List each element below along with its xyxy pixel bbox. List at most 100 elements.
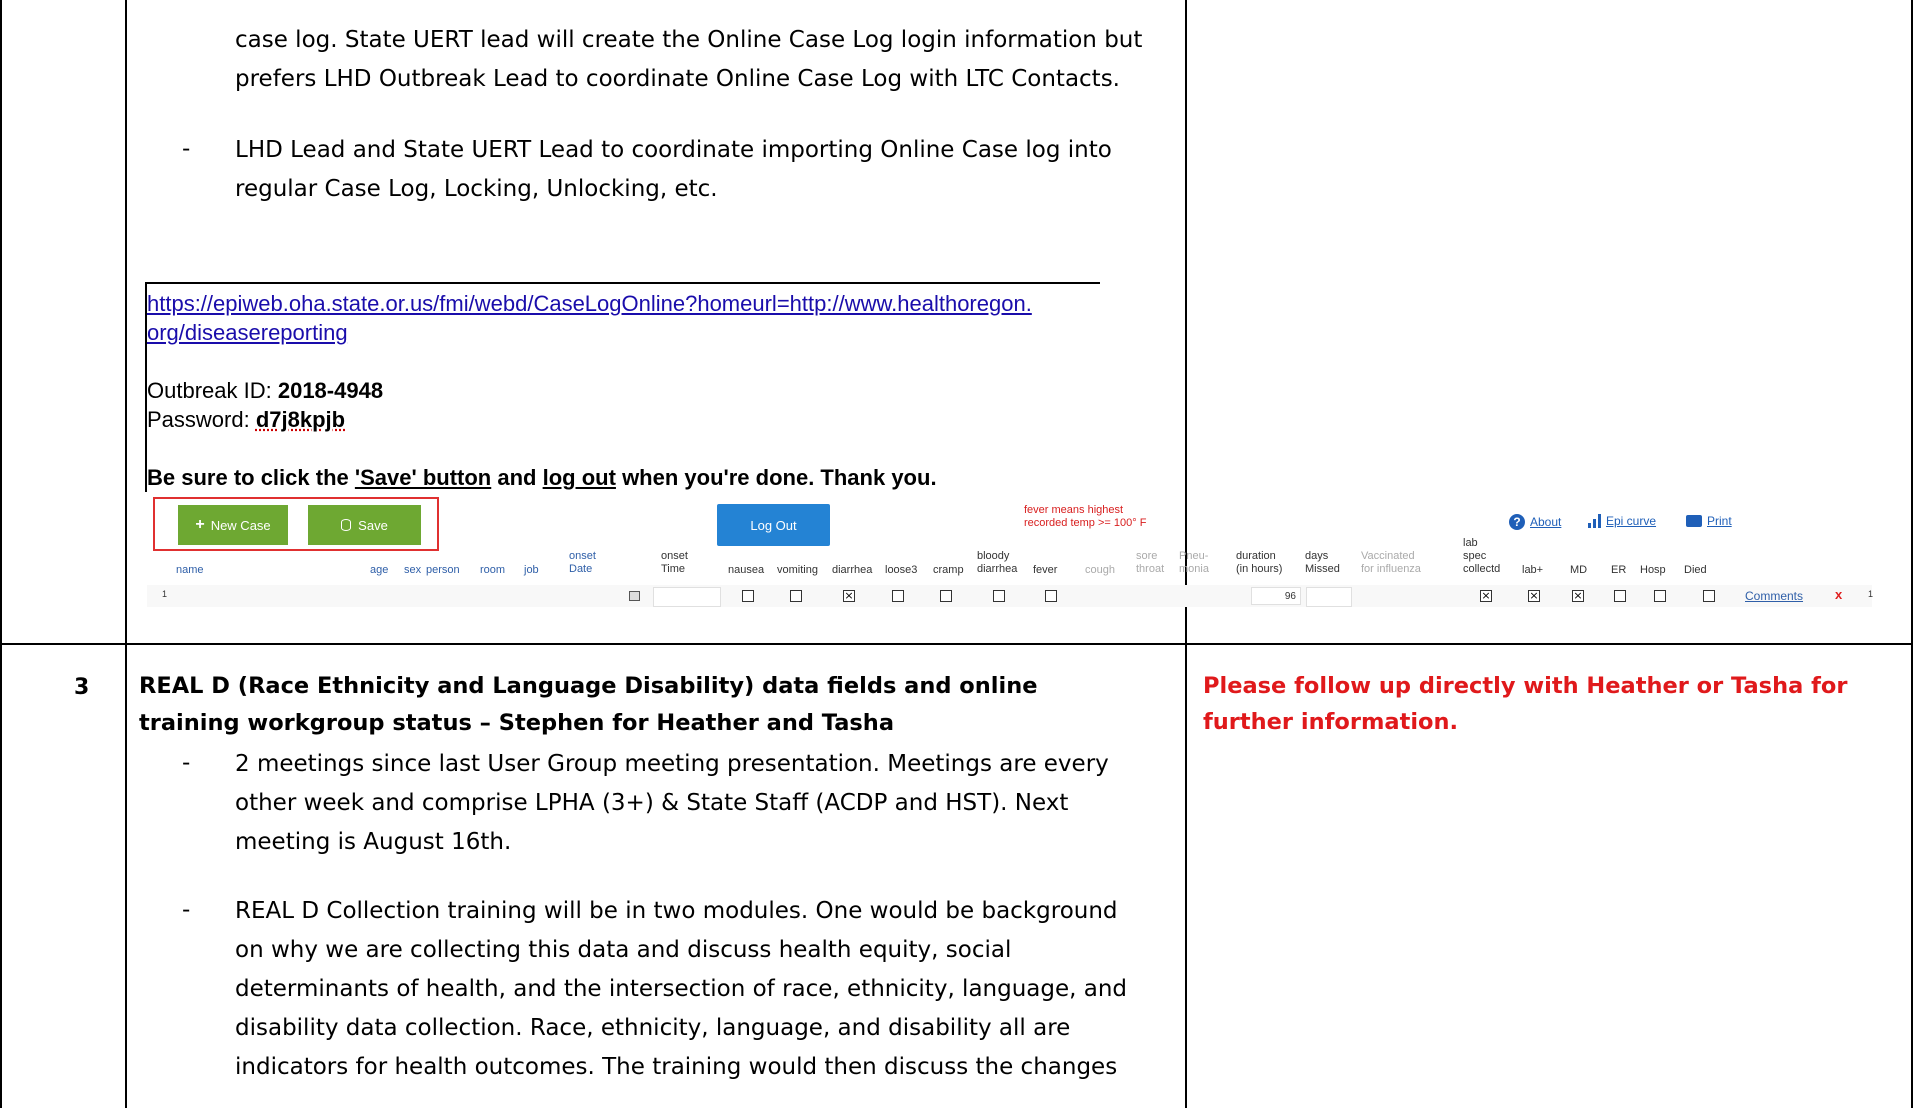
duration-input[interactable]: 96 [1251,587,1301,605]
header-duration-l2: (in hours) [1236,563,1283,575]
closing-logout-ref: log out [542,465,616,490]
new-case-label: New Case [210,517,271,533]
header-onset-date-l1: onset [569,550,596,562]
header-sore-l2: throat [1136,563,1165,575]
email-link-line-2[interactable]: org/diseasereporting [147,319,348,347]
password-label: Password: [147,407,250,432]
password-value: d7j8kpjb [255,407,346,432]
header-lab-plus: lab+ [1522,564,1544,576]
days-missed-input[interactable] [1306,587,1352,607]
paragraph-line: case log. State UERT lead will create th… [235,27,1143,53]
lab-plus-checkbox[interactable]: × [1528,590,1540,602]
bullet-line: indicators for health outcomes. The trai… [235,1054,1118,1080]
calendar-icon[interactable] [629,591,640,601]
bullet-line: 2 meetings since last User Group meeting… [235,751,1109,777]
header-onset-time-l1: onset [661,550,688,562]
header-diarrhea: diarrhea [832,564,873,576]
outbreak-id-label: Outbreak ID: [147,378,272,403]
bullet-line: on why we are collecting this data and d… [235,937,1012,963]
diarrhea-checkbox[interactable]: × [843,590,855,602]
epi-curve-link[interactable]: Epi curve [1588,514,1656,528]
header-onset-time: onset Time [661,550,688,576]
header-sex: sex [404,564,422,576]
bullet-line: disability data collection. Race, ethnic… [235,1015,1071,1041]
new-case-button[interactable]: + New Case [178,505,288,545]
paragraph-line: prefers LHD Outbreak Lead to coordinate … [235,66,1120,92]
header-room: room [480,564,506,576]
header-onset-date-l2: Date [569,563,593,575]
save-button[interactable]: Save [308,505,421,545]
header-vomiting: vomiting [777,564,818,576]
print-label: Print [1707,514,1732,528]
printer-icon [1686,515,1702,527]
bullet-dash: - [182,136,191,162]
print-link[interactable]: Print [1686,514,1732,528]
bullet-dash: - [182,897,191,923]
bar-chart-icon [1588,514,1601,528]
header-hosp: Hosp [1640,564,1666,576]
table-col-divider-1 [125,0,127,1108]
closing-save-ref: 'Save' button [354,465,492,490]
er-checkbox[interactable] [1614,590,1626,602]
cramp-checkbox[interactable] [940,590,952,602]
header-sore-throat: sore throat [1136,550,1164,576]
fever-note: fever means highest recorded temp >= 100… [1024,504,1146,530]
log-out-button[interactable]: Log Out [717,504,830,546]
comments-link[interactable]: Comments [1745,590,1803,603]
case-log-online-link[interactable]: https://epiweb.oha.state.or.us/fmi/webd/… [147,291,1032,316]
header-person: person [426,564,460,576]
bullet-line: other week and comprise LPHA (3+) & Stat… [235,790,1069,816]
delete-row-icon[interactable]: x [1835,588,1842,601]
header-lab-l1: lab [1463,537,1478,549]
header-days-l1: days [1305,550,1329,562]
bullet-dash: - [182,750,191,776]
onset-time-input[interactable] [653,587,721,607]
header-fever: fever [1033,564,1058,576]
closing-text-b: when you're done. Thank you. [622,465,937,490]
case-log-online-link-cont[interactable]: org/diseasereporting [147,320,348,345]
lab-spec-checkbox[interactable]: × [1480,590,1492,602]
header-duration: duration (in hours) [1236,550,1282,576]
closing-text-a: Be sure to click the [147,465,349,490]
about-link[interactable]: ? About [1509,514,1561,530]
about-label: About [1530,515,1562,529]
header-bloody-diarrhea: bloody diarrhea [977,550,1017,576]
bloody-diarrhea-checkbox[interactable] [993,590,1005,602]
bullet-line: determinants of health, and the intersec… [235,976,1128,1002]
header-bloody-l1: bloody [977,550,1010,562]
row-index: 1 [162,589,168,599]
hosp-checkbox[interactable] [1654,590,1666,602]
bullet-line: LHD Lead and State UERT Lead to coordina… [235,137,1112,163]
header-days-missed: days Missed [1305,550,1340,576]
help-icon: ? [1509,514,1525,530]
header-pneu-l1: Pneu- [1179,550,1209,562]
followup-note-line-1: Please follow up directly with Heather o… [1203,673,1848,699]
md-checkbox[interactable]: × [1572,590,1584,602]
section-title-line-2: training workgroup status – Stephen for … [139,710,895,736]
section-title-line-1: REAL D (Race Ethnicity and Language Disa… [139,673,1038,699]
closing-and: and [497,465,537,490]
bullet-line: regular Case Log, Locking, Unlocking, et… [235,176,718,202]
nausea-checkbox[interactable] [742,590,754,602]
header-cough: cough [1085,564,1115,576]
followup-note-line-2: further information. [1203,709,1459,735]
died-checkbox[interactable] [1703,590,1715,602]
epi-curve-label: Epi curve [1606,514,1657,528]
header-onset-date: onset Date [569,550,596,576]
table-border-left [0,0,2,1108]
password-line: Password: d7j8kpjb [147,406,345,434]
header-name: name [176,564,204,576]
row-number: 3 [74,675,90,700]
fever-checkbox[interactable] [1045,590,1057,602]
duration-value: 96 [1284,591,1296,602]
vomiting-checkbox[interactable] [790,590,802,602]
fever-note-line-1: fever means highest [1024,504,1124,516]
outbreak-id-value: 2018-4948 [277,378,384,403]
loose3-checkbox[interactable] [892,590,904,602]
header-duration-l1: duration [1236,550,1276,562]
bullet-line: meeting is August 16th. [235,829,512,855]
header-lab-l2: spec [1463,550,1487,562]
email-link-line-1[interactable]: https://epiweb.oha.state.or.us/fmi/webd/… [147,290,1032,318]
plus-icon: + [195,516,205,533]
header-sore-l1: sore [1136,550,1158,562]
